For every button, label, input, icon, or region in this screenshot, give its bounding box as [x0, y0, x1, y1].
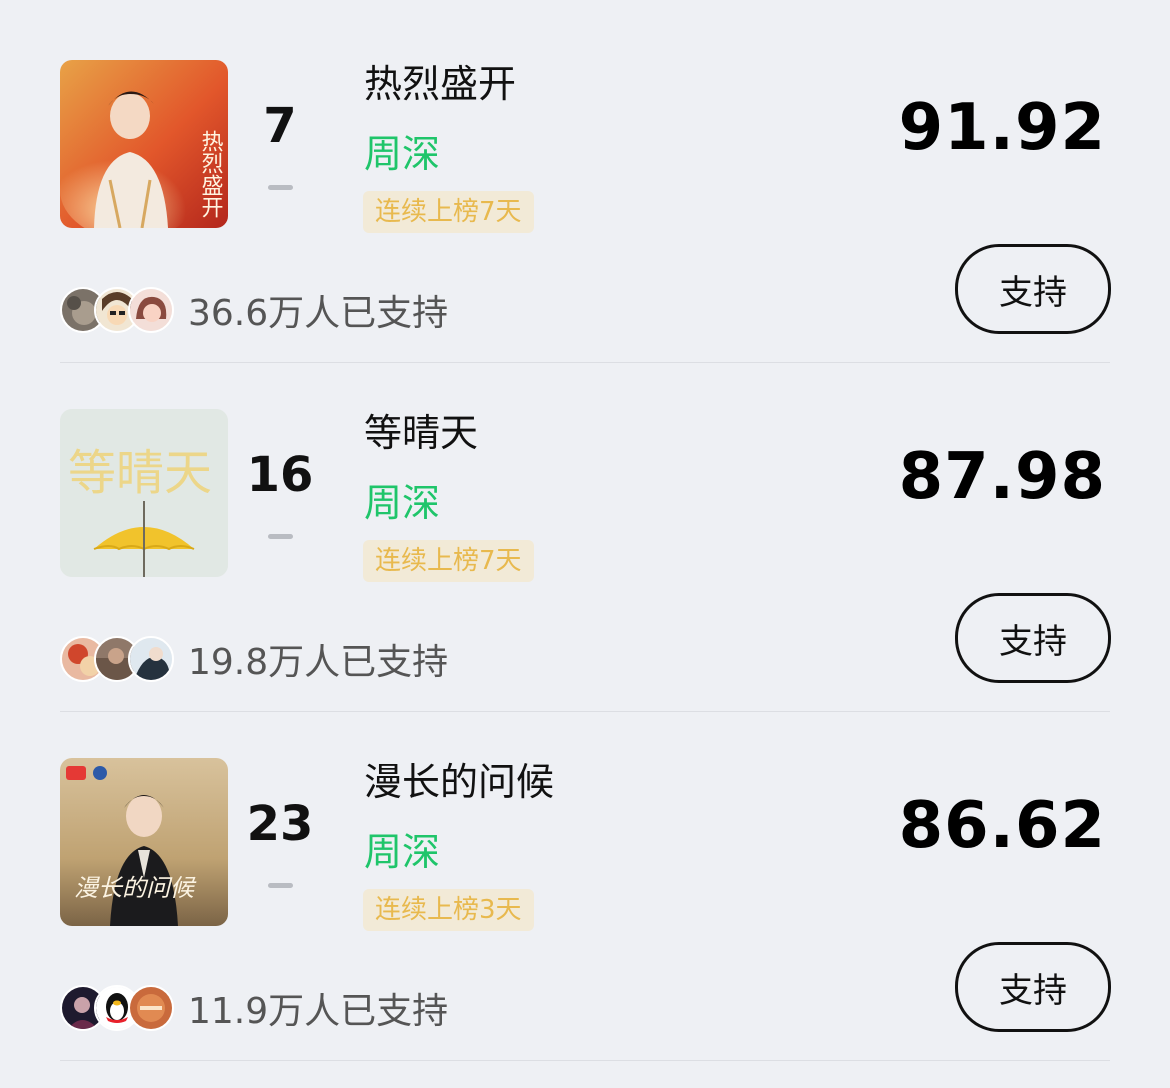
- supporter-count: 36.6万人已支持: [188, 293, 449, 334]
- svg-text:漫长的问候: 漫长的问候: [74, 874, 197, 902]
- album-cover[interactable]: 漫长的问候: [60, 758, 228, 926]
- supporters-row: 19.8万人已支持: [60, 635, 448, 683]
- artist-name[interactable]: 周深: [364, 128, 440, 180]
- supporter-avatars: [60, 287, 176, 333]
- avatar: [128, 287, 174, 333]
- score: 87.98: [898, 440, 1106, 514]
- album-art-manchangdewenhou: 漫长的问候: [60, 758, 228, 926]
- svg-text:热烈盛开: 热烈盛开: [198, 130, 224, 218]
- rank-unchanged-indicator: [268, 185, 293, 190]
- streak-badge: 连续上榜7天: [363, 191, 534, 233]
- album-art-heliehsengkai: 热烈盛开: [60, 60, 228, 228]
- support-button[interactable]: 支持: [955, 593, 1111, 683]
- album-cover[interactable]: 等晴天: [60, 409, 228, 577]
- supporters-row: 11.9万人已支持: [60, 984, 448, 1032]
- supporter-count: 19.8万人已支持: [188, 642, 449, 683]
- rank-number: 16: [246, 447, 314, 503]
- score: 91.92: [898, 91, 1106, 165]
- svg-text:等晴天: 等晴天: [68, 445, 212, 501]
- rank-number: 7: [263, 98, 297, 154]
- rank-unchanged-indicator: [268, 534, 293, 539]
- artist-name[interactable]: 周深: [364, 477, 440, 529]
- rank-unchanged-indicator: [268, 883, 293, 888]
- supporter-avatars: [60, 636, 176, 682]
- support-button[interactable]: 支持: [955, 244, 1111, 334]
- artist-name[interactable]: 周深: [364, 826, 440, 878]
- streak-badge: 连续上榜7天: [363, 540, 534, 582]
- supporter-avatars: [60, 985, 176, 1031]
- divider: [60, 1060, 1110, 1061]
- album-cover[interactable]: 热烈盛开: [60, 60, 228, 228]
- chart-entry[interactable]: 漫长的问候 23 漫长的问候 周深 连续上榜3天 86.62 支持 11.9万人…: [0, 698, 1170, 1061]
- album-art-dengqingtian: 等晴天: [60, 409, 228, 577]
- song-title[interactable]: 等晴天: [364, 407, 478, 459]
- avatar: [128, 985, 174, 1031]
- support-button[interactable]: 支持: [955, 942, 1111, 1032]
- avatar: [128, 636, 174, 682]
- chart-entry[interactable]: 等晴天 16 等晴天 周深 连续上榜7天 87.98 支持 19.8万人已支持: [0, 349, 1170, 712]
- song-title[interactable]: 漫长的问候: [364, 756, 554, 808]
- streak-badge: 连续上榜3天: [363, 889, 534, 931]
- chart-entry[interactable]: 热烈盛开 7 热烈盛开 周深 连续上榜7天 91.92 支持 36.6万人已支持: [0, 0, 1170, 363]
- chart-list: 热烈盛开 7 热烈盛开 周深 连续上榜7天 91.92 支持 36.6万人已支持: [0, 0, 1170, 1061]
- supporters-row: 36.6万人已支持: [60, 286, 448, 334]
- score: 86.62: [898, 789, 1106, 863]
- supporter-count: 11.9万人已支持: [188, 991, 449, 1032]
- rank-number: 23: [246, 796, 314, 852]
- song-title[interactable]: 热烈盛开: [364, 58, 516, 110]
